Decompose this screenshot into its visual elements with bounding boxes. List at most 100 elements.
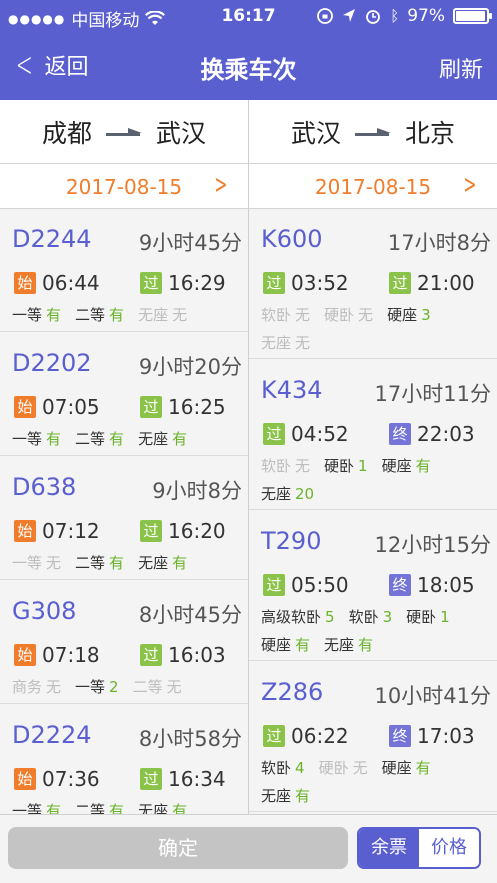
seat-count: 无 (295, 334, 311, 352)
train-row[interactable]: T290 12小时15分过 05:50 终 18:05 高级软卧 5 软卧 3 硬卧 1硬座有无座有 (249, 511, 497, 661)
arrival-tag: 过 (140, 272, 162, 294)
seat-count: 5 (325, 608, 335, 626)
seat-count: 有 (46, 306, 62, 324)
train-number: D2244 (12, 225, 92, 253)
date-selector[interactable]: 2017-08-15 > (249, 164, 497, 209)
seat-class: 无座 20 (261, 480, 314, 508)
seat-class: 无座无 (138, 301, 187, 329)
seat-class-name: 无座 (261, 334, 292, 352)
seat-class-name: 高级软卧 (261, 608, 322, 626)
train-number: Z286 (261, 678, 324, 706)
train-row[interactable]: K600 17小时8分过 03:52 过 21:00 软卧无硬卧无硬座 3无座无 (249, 209, 497, 359)
seat-class-name: 硬卧 (406, 608, 437, 626)
seat-count: 有 (172, 430, 188, 448)
seat-count: 有 (109, 802, 125, 814)
seat-count: 无 (295, 457, 311, 475)
arrival-time: 16:25 (168, 395, 226, 419)
departure-time: 03:52 (291, 271, 349, 295)
train-number: T290 (261, 527, 322, 555)
seat-count: 3 (421, 306, 431, 324)
refresh-button[interactable]: 刷新 (439, 52, 483, 84)
train-row[interactable]: G308 8小时45分始 07:18 过 16:03 商务无一等 2 二等无 (0, 581, 248, 704)
route-arrow-icon (106, 127, 142, 137)
arrival: 终 17:03 (389, 724, 475, 748)
departure-time: 06:22 (291, 724, 349, 748)
train-number: D2224 (12, 721, 92, 749)
chevron-right-icon[interactable]: > (464, 170, 477, 200)
departure: 始 06:44 (14, 271, 100, 295)
travel-duration: 17小时8分 (387, 231, 491, 255)
header: ●●●●● 中国移动 16:17 ᛒ 97% < 返回 换乘车次 刷新 (0, 0, 497, 100)
departure-time: 07:05 (42, 395, 100, 419)
train-row[interactable]: D2202 9小时20分始 07:05 过 16:25 一等有二等有无座有 (0, 333, 248, 456)
status-bar: ●●●●● 中国移动 16:17 ᛒ 97% (0, 0, 497, 34)
page-title: 换乘车次 (200, 56, 297, 84)
seat-availability: 一等有二等有无座无 (12, 301, 244, 329)
tab-tickets[interactable]: 余票 (359, 829, 419, 867)
seat-count: 有 (109, 554, 125, 572)
bluetooth-icon: ᛒ (390, 7, 400, 25)
seat-class-name: 硬卧 (318, 759, 349, 777)
seat-class-name: 无座 (138, 802, 169, 814)
arrival-time: 16:34 (168, 767, 226, 791)
seat-count: 1 (440, 608, 450, 626)
train-row[interactable]: D2224 8小时58分始 07:36 过 16:34 一等有二等有无座有 (0, 705, 248, 814)
seat-class-name: 一等 (75, 678, 106, 696)
seat-class: 二等有 (75, 797, 124, 814)
seat-class: 一等无 (12, 549, 61, 577)
train-number: K434 (261, 376, 323, 404)
seat-class: 硬座 3 (387, 301, 431, 329)
seat-class-name: 硬座 (381, 759, 412, 777)
travel-duration: 9小时45分 (138, 231, 242, 255)
tab-price[interactable]: 价格 (419, 829, 479, 867)
departure-tag: 始 (14, 644, 36, 666)
seat-class-name: 二等 (132, 678, 163, 696)
seat-class: 软卧无 (261, 301, 310, 329)
seat-class-name: 无座 (138, 430, 169, 448)
arrival-time: 21:00 (417, 271, 475, 295)
arrival: 过 16:29 (140, 271, 226, 295)
train-row[interactable]: K434 17小时11分过 04:52 终 22:03 软卧无硬卧 1 硬座 有无座 20 (249, 360, 497, 510)
departure-time: 07:18 (42, 643, 100, 667)
train-row[interactable]: D638 9小时8分始 07:12 过 16:20 一等无二等有无座有 (0, 457, 248, 580)
confirm-button[interactable]: 确定 (8, 827, 348, 869)
seat-class: 硬座有 (382, 754, 431, 782)
arrival: 终 22:03 (389, 422, 475, 446)
travel-duration: 8小时45分 (138, 603, 242, 627)
departure-time: 07:12 (42, 519, 100, 543)
arrival-time: 16:20 (168, 519, 226, 543)
seat-availability: 一等无二等有无座有 (12, 549, 244, 577)
seat-count: 有 (358, 636, 374, 654)
arrival: 过 16:20 (140, 519, 226, 543)
date-selector[interactable]: 2017-08-15 > (0, 164, 248, 209)
arrival: 过 16:03 (140, 643, 226, 667)
departure: 始 07:05 (14, 395, 100, 419)
seat-class: 商务无 (12, 673, 61, 701)
seat-availability: 软卧 4 硬卧无硬座 有无座有 (261, 754, 493, 810)
date-label: 2017-08-15 (65, 175, 183, 199)
seat-class: 无座有 (138, 549, 187, 577)
departure-tag: 始 (14, 520, 36, 542)
rotation-lock-icon (317, 8, 334, 24)
seat-class: 无座有 (138, 425, 187, 453)
seat-count: 有 (46, 430, 62, 448)
status-right: ᛒ 97% (316, 6, 492, 26)
seat-class-name: 二等 (75, 554, 106, 572)
departure: 过 06:22 (263, 724, 349, 748)
train-number: G308 (12, 597, 77, 625)
seat-count: 20 (295, 485, 315, 503)
seat-class: 一等有 (12, 301, 61, 329)
departure-tag: 始 (14, 272, 36, 294)
seat-class-name: 一等 (12, 554, 43, 572)
departure-time: 07:36 (42, 767, 100, 791)
train-row[interactable]: Z286 10小时41分过 06:22 终 17:03 软卧 4 硬卧无硬座 有无座有 (249, 662, 497, 812)
seat-class: 二等无 (133, 673, 182, 701)
arrival-tag: 终 (389, 423, 411, 445)
chevron-right-icon[interactable]: > (215, 170, 228, 200)
travel-duration: 10小时41分 (374, 684, 491, 708)
departure-time: 05:50 (291, 573, 349, 597)
route-header: 武汉 北京 (249, 100, 497, 164)
train-row[interactable]: D2244 9小时45分始 06:44 过 16:29 一等有二等有无座无 (0, 209, 248, 332)
departure-tag: 始 (14, 768, 36, 790)
seat-class-name: 软卧 (261, 457, 292, 475)
